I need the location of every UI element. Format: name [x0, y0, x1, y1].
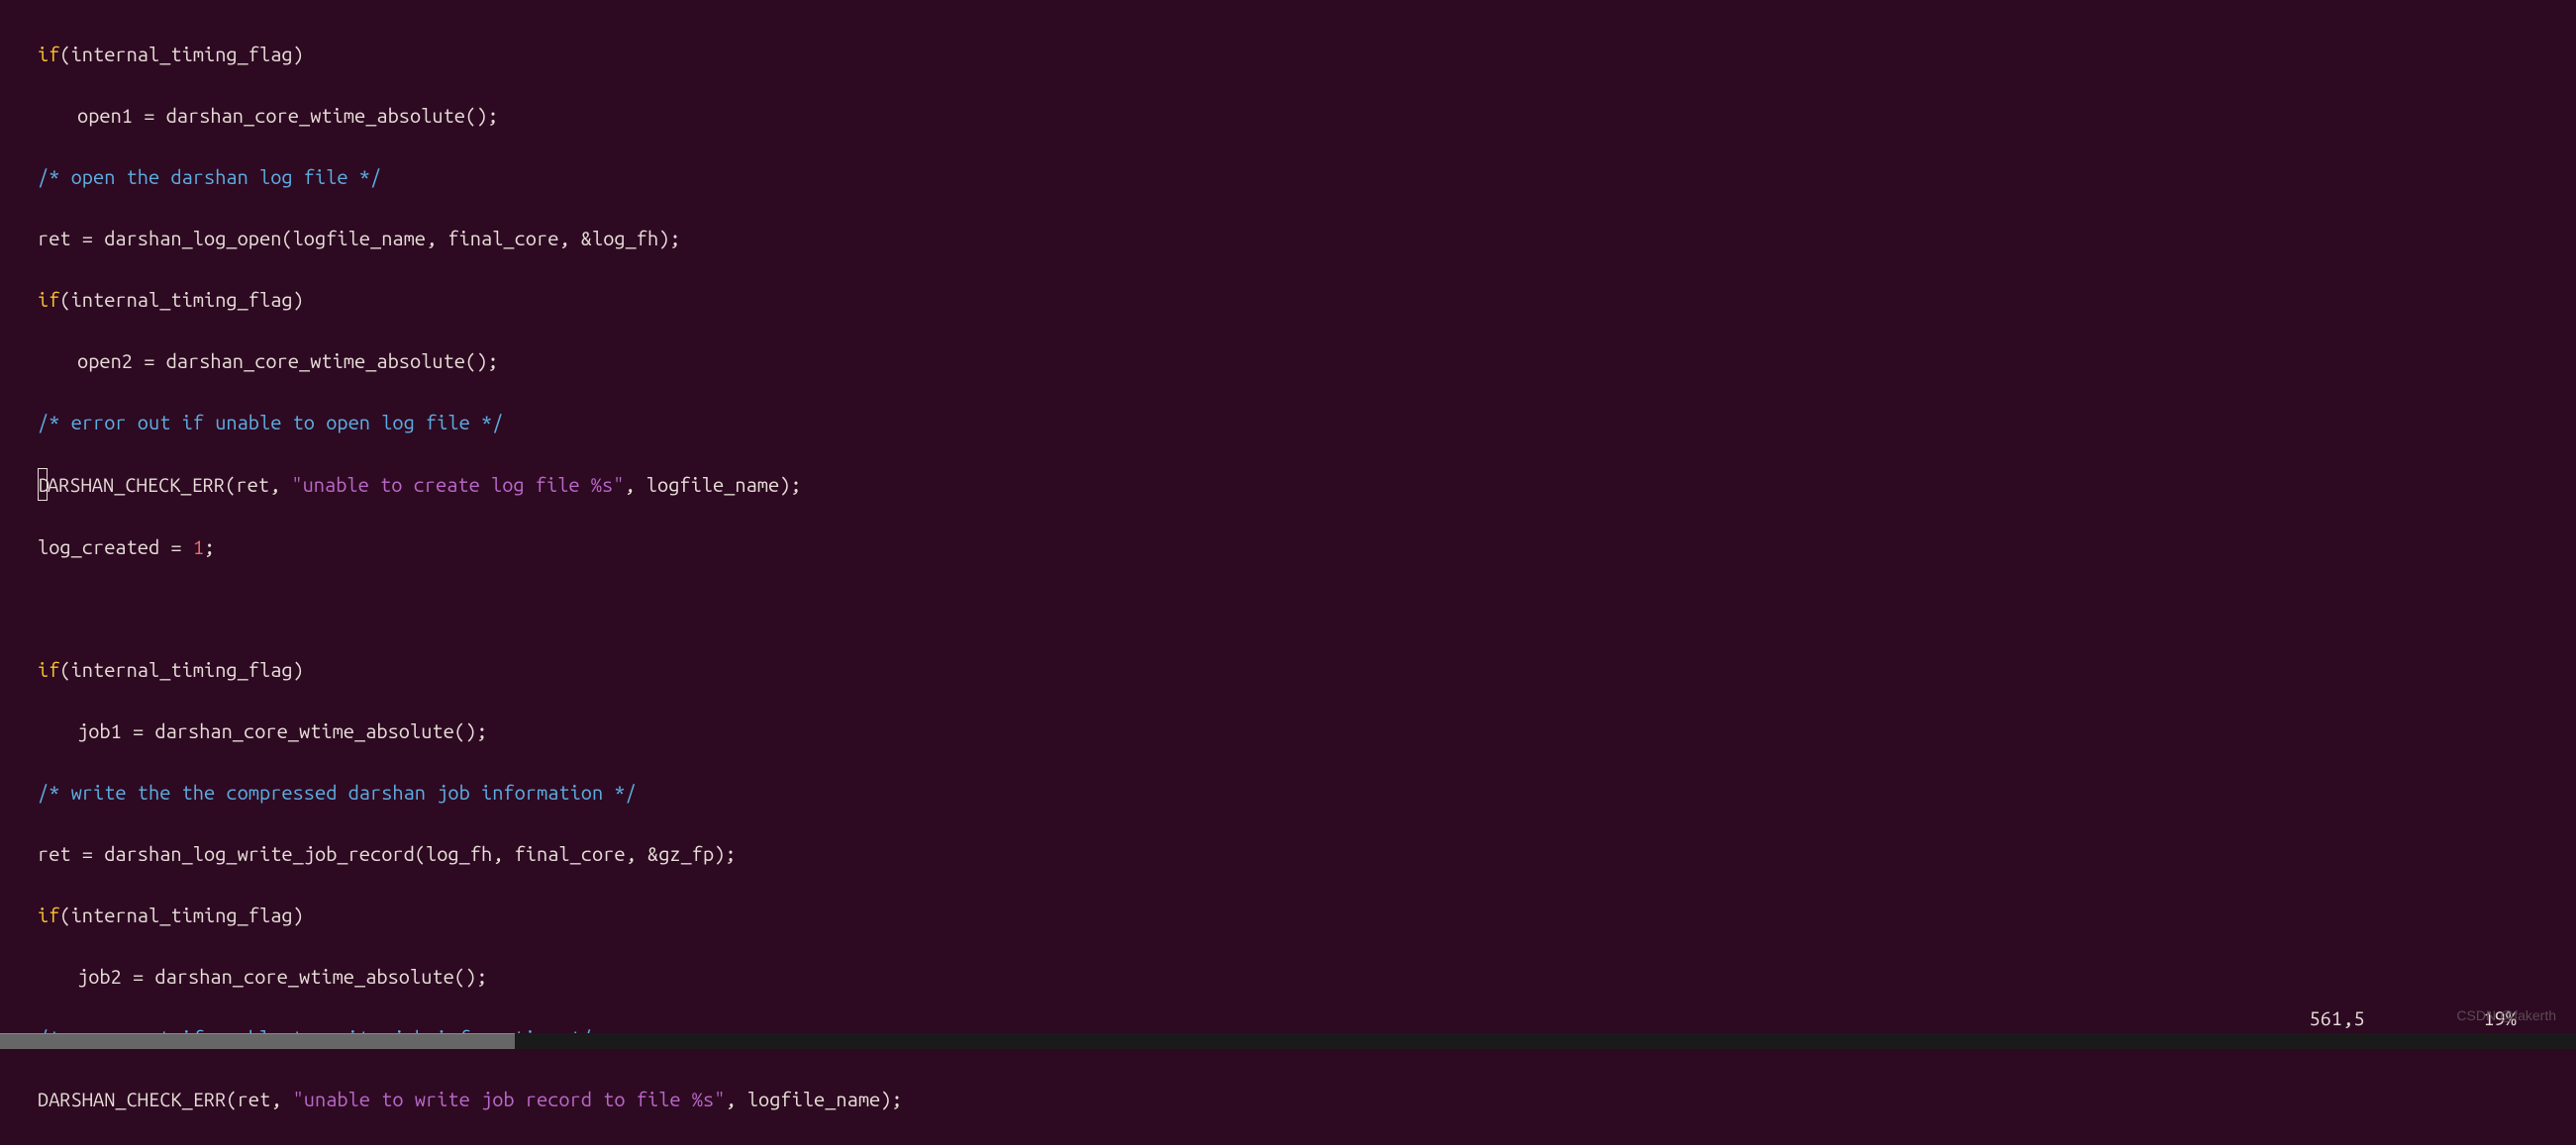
code-line: DARSHAN_CHECK_ERR(ret, "unable to create…: [0, 468, 2576, 501]
keyword-if: if: [38, 658, 59, 681]
string-literal: "unable to write job record to file %s": [293, 1088, 726, 1110]
code-line: if(internal_timing_flag): [0, 654, 2576, 685]
code-line: open1 = darshan_core_wtime_absolute();: [0, 100, 2576, 131]
code-line: ret = darshan_log_write_job_record(log_f…: [0, 838, 2576, 869]
code-comment: /* error out if unable to open log file …: [0, 407, 2576, 437]
code-line: log_created = 1;: [0, 531, 2576, 562]
keyword-if: if: [38, 43, 59, 65]
horizontal-scrollbar-thumb[interactable]: [0, 1033, 515, 1049]
watermark: CSDN @fakerth: [2456, 1005, 2556, 1027]
code-line: ret = darshan_log_open(logfile_name, fin…: [0, 223, 2576, 253]
code-comment: /* write the the compressed darshan job …: [0, 777, 2576, 808]
keyword-if: if: [38, 288, 59, 311]
code-line: DARSHAN_CHECK_ERR(ret, "unable to write …: [0, 1084, 2576, 1114]
code-editor[interactable]: if(internal_timing_flag) open1 = darshan…: [0, 0, 2576, 1145]
code-line: open2 = darshan_core_wtime_absolute();: [0, 345, 2576, 376]
keyword-if: if: [38, 904, 59, 926]
number-literal: 1: [193, 535, 204, 558]
code-line: if(internal_timing_flag): [0, 900, 2576, 930]
horizontal-scrollbar-track[interactable]: [0, 1033, 2576, 1049]
blank-line: [0, 593, 2576, 623]
cursor-position: 561,5: [2309, 1002, 2364, 1033]
cursor: D: [38, 468, 48, 501]
string-literal: "unable to create log file %s": [291, 473, 624, 496]
code-line: job1 = darshan_core_wtime_absolute();: [0, 716, 2576, 746]
code-line: job2 = darshan_core_wtime_absolute();: [0, 961, 2576, 992]
code-line: if(internal_timing_flag): [0, 284, 2576, 315]
code-comment: /* open the darshan log file */: [0, 161, 2576, 192]
vim-status-bar: 561,5 19%: [0, 1005, 2576, 1029]
code-line: if(internal_timing_flag): [0, 39, 2576, 69]
